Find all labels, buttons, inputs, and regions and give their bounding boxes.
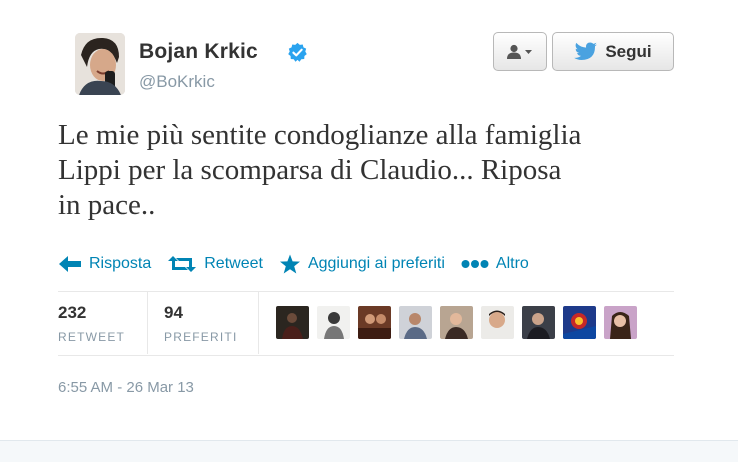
- follow-button[interactable]: Segui: [552, 32, 674, 71]
- divider: [58, 355, 674, 356]
- retweet-count[interactable]: 232 RETWEET: [58, 303, 125, 344]
- more-dots-icon: [461, 260, 489, 268]
- tweet-line: in pace..: [58, 189, 156, 221]
- stat-separator: [147, 292, 148, 354]
- follow-label: Segui: [605, 41, 652, 61]
- favoriter-avatar[interactable]: [481, 306, 514, 339]
- username[interactable]: @BoKrkic: [139, 72, 215, 92]
- tweet-timestamp[interactable]: 6:55 AM - 26 Mar 13: [58, 379, 194, 396]
- tweet-actions: Risposta Retweet Aggiungi ai preferiti A…: [58, 250, 545, 278]
- reply-button[interactable]: Risposta: [58, 255, 151, 273]
- favoriter-avatar[interactable]: [399, 306, 432, 339]
- favorite-count-value: 94: [164, 303, 183, 322]
- divider: [58, 291, 674, 292]
- star-icon: [279, 254, 300, 273]
- favorite-label: Aggiungi ai preferiti: [307, 255, 445, 272]
- reply-label: Risposta: [89, 255, 152, 272]
- verified-badge-icon: [288, 42, 307, 62]
- retweet-label: Retweet: [204, 255, 263, 272]
- favoriter-avatar[interactable]: [317, 306, 350, 339]
- user-actions-button[interactable]: [493, 32, 547, 71]
- tweet-card: Bojan Krkic @BoKrkic Segui Le mie più se…: [0, 0, 738, 440]
- favorite-count[interactable]: 94 PREFERITI: [164, 303, 237, 344]
- tweet-line: Le mie più sentite condoglianze alla fam…: [58, 119, 582, 151]
- card-footer: [0, 440, 738, 462]
- retweet-count-value: 232: [58, 303, 87, 322]
- retweet-button[interactable]: Retweet: [167, 255, 263, 273]
- user-dropdown-icon: [507, 44, 532, 59]
- avatar[interactable]: [75, 33, 125, 95]
- favorite-count-label: PREFERITI: [164, 330, 238, 344]
- display-name[interactable]: Bojan Krkic: [139, 40, 258, 64]
- favorite-button[interactable]: Aggiungi ai preferiti: [279, 254, 445, 275]
- more-button[interactable]: Altro: [461, 255, 529, 273]
- favoriter-avatar[interactable]: [563, 306, 596, 339]
- more-label: Altro: [495, 255, 529, 272]
- tweet-line: Lippi per la scomparsa di Claudio... Rip…: [58, 154, 562, 186]
- tweet-text: Le mie più sentite condoglianze alla fam…: [58, 118, 698, 223]
- stat-separator: [258, 292, 259, 354]
- twitter-bird-icon: [574, 42, 598, 60]
- reply-icon: [59, 256, 81, 272]
- retweet-count-label: RETWEET: [58, 330, 126, 344]
- favoriter-avatar[interactable]: [604, 306, 637, 339]
- favoriter-avatar[interactable]: [522, 306, 555, 339]
- retweet-icon: [168, 256, 197, 272]
- favoriters-avatars: [276, 306, 637, 339]
- favoriter-avatar[interactable]: [358, 306, 391, 339]
- favoriter-avatar[interactable]: [276, 306, 309, 339]
- favoriter-avatar[interactable]: [440, 306, 473, 339]
